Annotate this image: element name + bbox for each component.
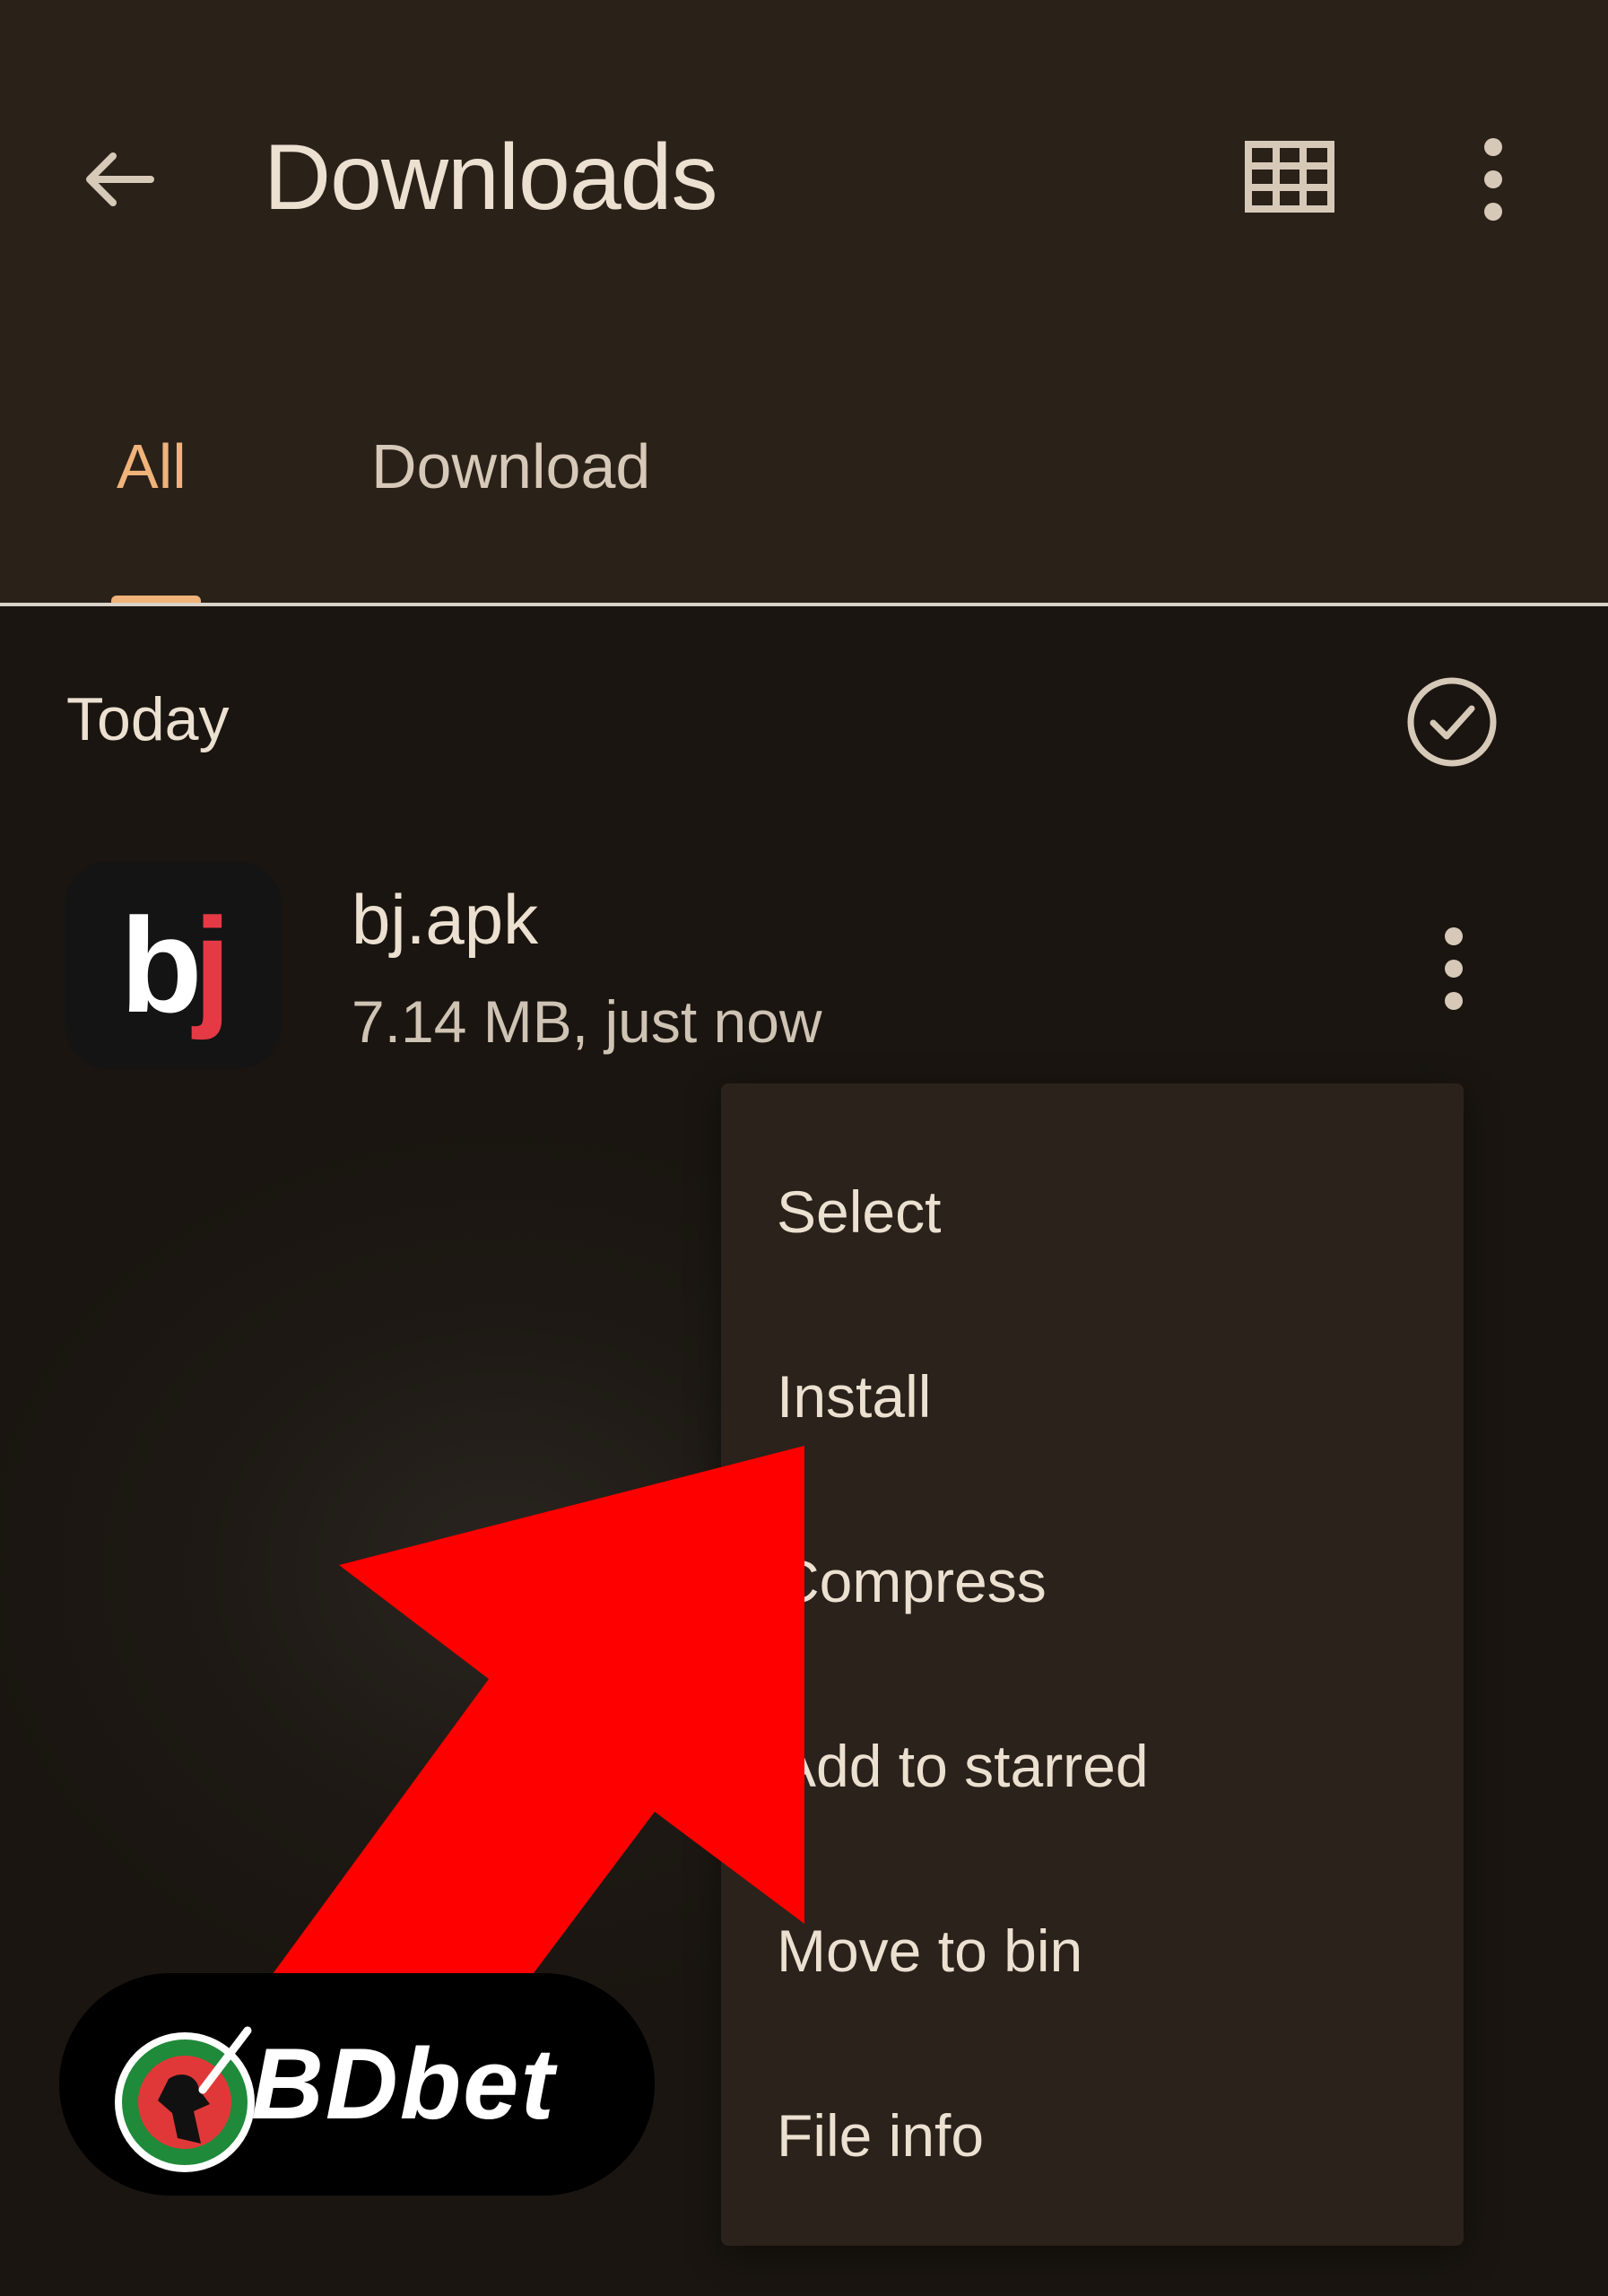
tab-all[interactable]: All	[117, 422, 187, 511]
top-app-bar: Downloads All Download	[0, 0, 1608, 604]
section-header-today: Today	[66, 685, 230, 753]
menu-item-install[interactable]: Install	[721, 1304, 1464, 1489]
menu-item-add-to-starred[interactable]: Add to starred	[721, 1674, 1464, 1858]
menu-item-file-info[interactable]: File info	[721, 2043, 1464, 2228]
more-vert-icon[interactable]	[1431, 924, 1476, 1013]
bdbet-logo-text: BDbet	[251, 2028, 556, 2140]
check-circle-icon[interactable]	[1403, 673, 1501, 771]
page-title: Downloads	[264, 126, 718, 230]
file-meta: 7.14 MB, just now	[352, 988, 822, 1055]
svg-text:j: j	[191, 890, 231, 1040]
bdbet-logo-badge: BDbet	[59, 1973, 655, 2196]
file-name[interactable]: bj.apk	[352, 870, 538, 969]
files-app-screen: Downloads All Download Today b j bj.apk …	[0, 0, 1608, 2296]
context-menu: Select Install Compress Add to starred M…	[721, 1083, 1464, 2246]
cricket-player-logo-icon	[115, 2026, 255, 2172]
arrow-back-icon[interactable]	[74, 135, 163, 224]
apk-app-icon[interactable]: b j	[65, 861, 282, 1069]
menu-item-compress[interactable]: Compress	[721, 1489, 1464, 1674]
menu-item-move-to-bin[interactable]: Move to bin	[721, 1858, 1464, 2043]
bj-logo-icon: b j	[120, 890, 231, 1040]
more-vert-icon[interactable]	[1471, 135, 1516, 224]
grid-view-icon[interactable]	[1245, 141, 1334, 213]
tab-download[interactable]: Download	[371, 422, 650, 511]
svg-text:b: b	[120, 890, 203, 1040]
menu-item-select[interactable]: Select	[721, 1119, 1464, 1304]
tab-divider	[0, 603, 1608, 606]
